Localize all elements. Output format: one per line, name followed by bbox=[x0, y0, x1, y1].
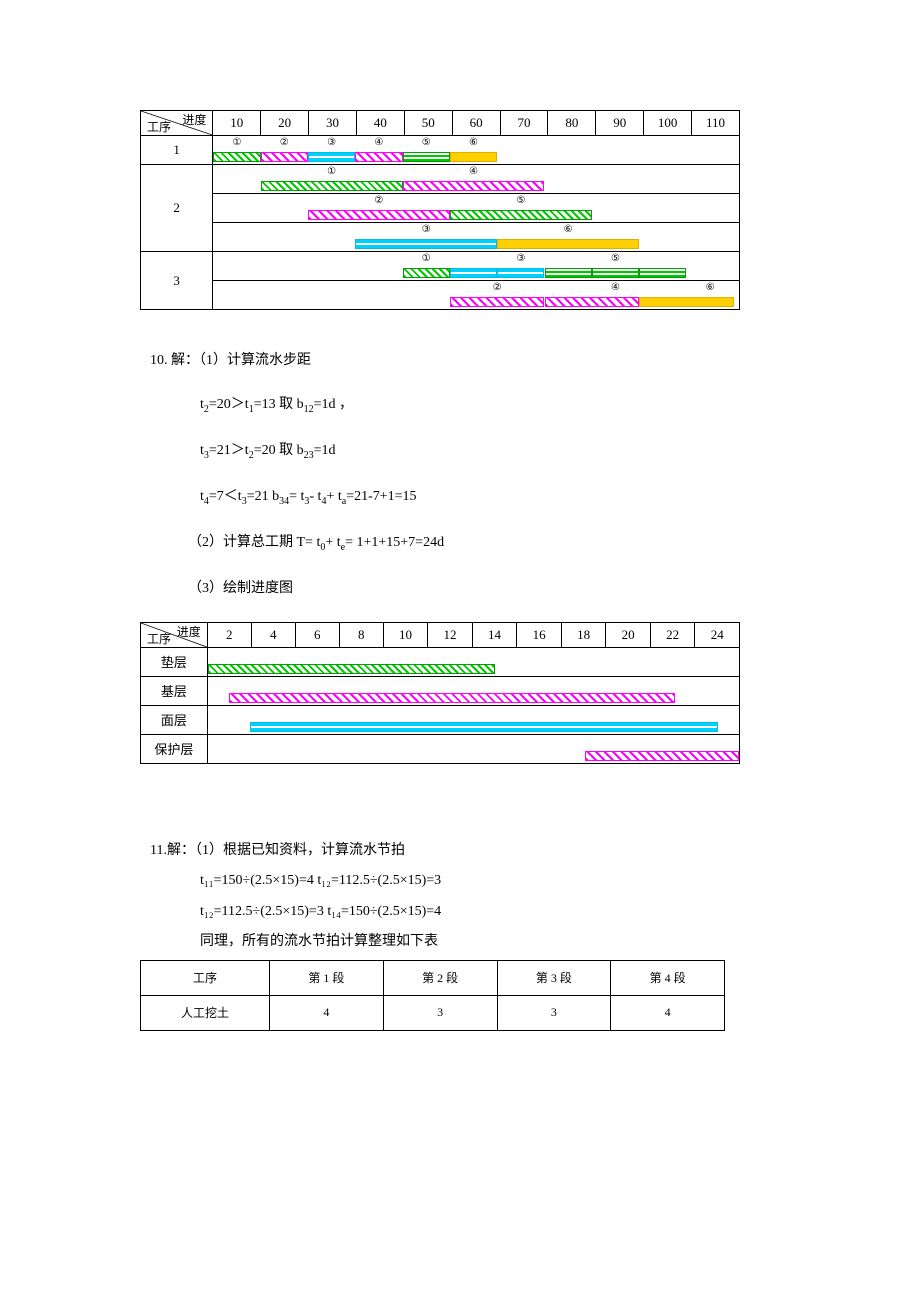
col-head: 100 bbox=[644, 111, 692, 136]
col-head: 70 bbox=[500, 111, 548, 136]
sec10-title: 10. 解：（1）计算流水步距 bbox=[150, 350, 780, 372]
bar-row: ① ② ③ ④ ⑤ ⑥ bbox=[213, 136, 740, 165]
col-head: 30 bbox=[309, 111, 357, 136]
header-top: 进度 bbox=[177, 623, 201, 640]
bar-row: ③ ⑥ bbox=[213, 223, 740, 252]
bt-cell: 4 bbox=[270, 995, 384, 1030]
col-head: 8 bbox=[339, 622, 383, 647]
bar-row bbox=[207, 647, 739, 676]
sec10-line: （2）计算总工期 T= t0+ te= 1+1+15+7=24d bbox=[188, 532, 780, 556]
bar-row: ② ⑤ bbox=[213, 194, 740, 223]
row-label: 保护层 bbox=[141, 734, 208, 763]
sec11-title: 11.解：（1）根据已知资料，计算流水节拍 bbox=[150, 840, 780, 862]
col-head: 80 bbox=[548, 111, 596, 136]
col-head: 14 bbox=[472, 622, 517, 647]
row-label: 垫层 bbox=[141, 647, 208, 676]
sec10-line: t2=20＞t1=13 取 b12=1d ， bbox=[200, 394, 780, 418]
sec10-line: （3）绘制进度图 bbox=[188, 578, 780, 600]
sec11-line: 同理，所有的流水节拍计算整理如下表 bbox=[200, 931, 780, 953]
diag-header: 进度 工序 bbox=[141, 622, 208, 647]
bt-head: 第 4 段 bbox=[611, 960, 725, 995]
col-head: 20 bbox=[606, 622, 651, 647]
row-label: 3 bbox=[141, 252, 213, 310]
bt-head: 第 3 段 bbox=[497, 960, 611, 995]
bt-cell: 4 bbox=[611, 995, 725, 1030]
header-bot: 工序 bbox=[147, 118, 171, 135]
col-head: 12 bbox=[428, 622, 473, 647]
bar-row: ① ④ bbox=[213, 165, 740, 194]
sec10-line: t3=21＞t2=20 取 b23=1d bbox=[200, 440, 780, 464]
bar-row: ① ③ ⑤ bbox=[213, 252, 740, 281]
col-head: 90 bbox=[596, 111, 644, 136]
col-head: 22 bbox=[650, 622, 695, 647]
col-head: 24 bbox=[695, 622, 740, 647]
bar-row bbox=[207, 676, 739, 705]
col-head: 40 bbox=[356, 111, 404, 136]
col-head: 20 bbox=[261, 111, 309, 136]
bt-head: 第 2 段 bbox=[383, 960, 497, 995]
gantt-chart-1: 进度 工序 10 20 30 40 50 60 70 80 90 100 110… bbox=[140, 110, 740, 310]
row-label: 2 bbox=[141, 165, 213, 252]
bt-cell: 3 bbox=[383, 995, 497, 1030]
bar-row bbox=[207, 705, 739, 734]
sec11-line: t₁₁=150÷(2.5×15)=4 t₁₂=112.5÷(2.5×15)=3 bbox=[200, 870, 780, 892]
col-head: 60 bbox=[452, 111, 500, 136]
col-head: 10 bbox=[213, 111, 261, 136]
header-top: 进度 bbox=[182, 111, 206, 128]
sec11-line: t₁₂=112.5÷(2.5×15)=3 t₁₄=150÷(2.5×15)=4 bbox=[200, 901, 780, 923]
row-label: 面层 bbox=[141, 705, 208, 734]
col-head: 6 bbox=[295, 622, 339, 647]
gantt-chart-2: 进度 工序 2 4 6 8 10 12 14 16 18 20 22 24 垫层… bbox=[140, 622, 740, 764]
diag-header: 进度 工序 bbox=[141, 111, 213, 136]
col-head: 4 bbox=[251, 622, 295, 647]
col-head: 16 bbox=[517, 622, 562, 647]
bottom-table: 工序 第 1 段 第 2 段 第 3 段 第 4 段 人工挖土 4 3 3 4 bbox=[140, 960, 725, 1031]
sec10-line: t4=7＜t3=21 b34= t3- t4+ ta=21-7+1=15 bbox=[200, 486, 780, 510]
col-head: 10 bbox=[383, 622, 428, 647]
header-bot: 工序 bbox=[147, 630, 171, 647]
bt-head: 第 1 段 bbox=[270, 960, 384, 995]
row-label: 基层 bbox=[141, 676, 208, 705]
bt-cell: 人工挖土 bbox=[141, 995, 270, 1030]
row-label: 1 bbox=[141, 136, 213, 165]
bt-cell: 3 bbox=[497, 995, 611, 1030]
col-head: 18 bbox=[561, 622, 606, 647]
col-head: 2 bbox=[207, 622, 251, 647]
bar-row bbox=[207, 734, 739, 763]
col-head: 110 bbox=[692, 111, 740, 136]
col-head: 50 bbox=[404, 111, 452, 136]
bt-head: 工序 bbox=[141, 960, 270, 995]
bar-row: ② ④ ⑥ bbox=[213, 281, 740, 310]
